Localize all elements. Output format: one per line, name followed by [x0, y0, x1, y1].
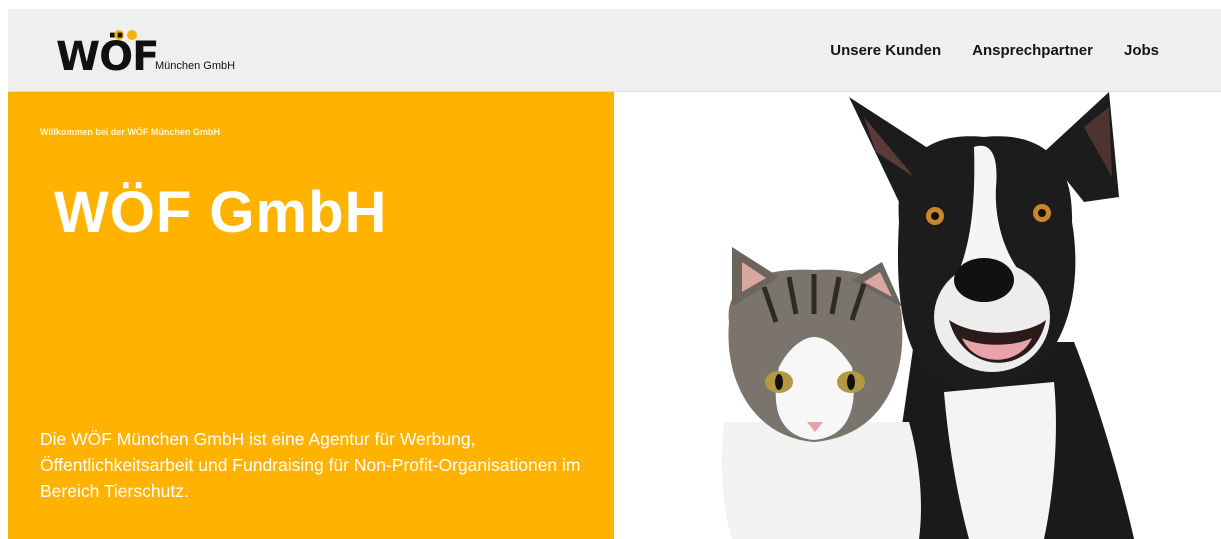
hero-description: Die WÖF München GmbH ist eine Agentur fü…	[40, 429, 581, 501]
company-logo[interactable]: WÖF München GmbH	[56, 27, 266, 79]
main-nav: Unsere Kunden Ansprechpartner Jobs	[830, 42, 1159, 59]
hero-panel: Willkommen bei der WÖF München GmbH WÖF …	[8, 92, 614, 539]
nav-link-ansprechpartner[interactable]: Ansprechpartner	[972, 42, 1093, 59]
site-header: WÖF München GmbH Unsere Kunden Ansprechp…	[8, 9, 1221, 92]
page-title: WÖF GmbH	[54, 180, 388, 245]
welcome-text: Willkommen bei der WÖF München GmbH	[40, 127, 220, 137]
nav-link-jobs[interactable]: Jobs	[1124, 42, 1159, 59]
cat-and-dog-illustration	[721, 92, 1134, 539]
logo-wordmark: WÖF	[56, 34, 159, 80]
hero-image	[614, 92, 1221, 539]
logo-subtitle: München GmbH	[155, 60, 236, 72]
nav-link-unsere-kunden[interactable]: Unsere Kunden	[830, 42, 941, 59]
